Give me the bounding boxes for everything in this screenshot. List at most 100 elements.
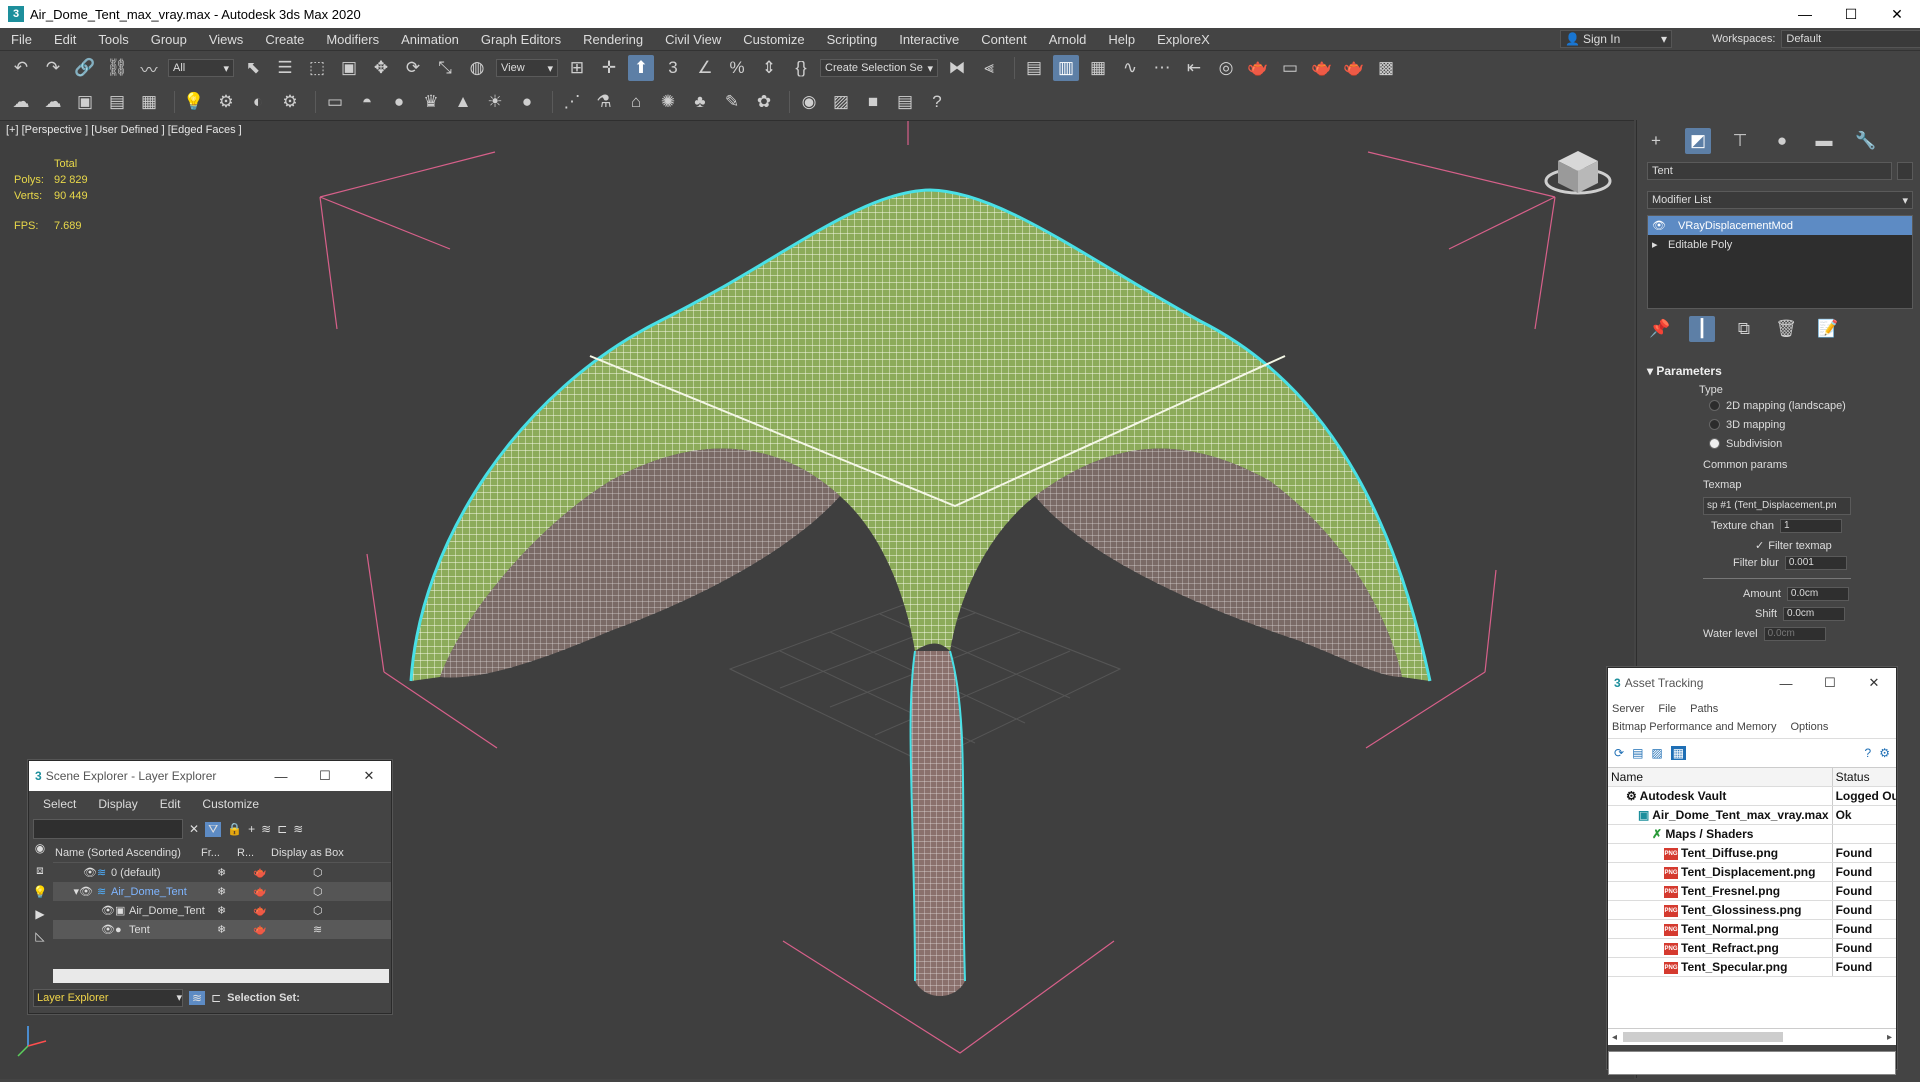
vray-material-preview-icon[interactable]: ◉ bbox=[796, 89, 822, 115]
pivot-center-icon[interactable]: ⊞ bbox=[564, 55, 590, 81]
maximize-button[interactable]: ☐ bbox=[1808, 675, 1852, 691]
scene-explorer-toggle-icon[interactable]: ▤ bbox=[1021, 55, 1047, 81]
vray-material-converter-icon[interactable]: ⚙ bbox=[213, 89, 239, 115]
se-menu-display[interactable]: Display bbox=[98, 797, 137, 811]
pin-stack-icon[interactable]: 📌 bbox=[1647, 316, 1673, 342]
list-view-icon[interactable]: ▤ bbox=[1632, 746, 1643, 760]
menu-civil-view[interactable]: Civil View bbox=[654, 32, 732, 47]
render-icon[interactable]: 🫖 bbox=[253, 923, 313, 936]
material-editor-icon[interactable]: ◎ bbox=[1213, 55, 1239, 81]
search-input[interactable] bbox=[33, 819, 183, 839]
eye-icon[interactable]: 👁 bbox=[53, 923, 115, 936]
modifier-list-dropdown[interactable]: Modifier List ▾ bbox=[1647, 191, 1913, 209]
scale-icon[interactable]: ⤡ bbox=[432, 55, 458, 81]
reference-coordinate-dropdown[interactable]: View ▾ bbox=[496, 59, 558, 77]
box-icon[interactable]: ⬡ bbox=[313, 866, 323, 879]
motion-tab-icon[interactable]: ● bbox=[1769, 128, 1795, 154]
close-button[interactable]: ✕ bbox=[1874, 0, 1920, 28]
asset-row[interactable]: PNG Tent_Refract.png Found bbox=[1608, 938, 1896, 958]
se-menu-customize[interactable]: Customize bbox=[202, 797, 259, 811]
asset-row[interactable]: PNG Tent_Displacement.png Found bbox=[1608, 862, 1896, 882]
dope-sheet-icon[interactable]: ⇤ bbox=[1181, 55, 1207, 81]
box-icon[interactable]: ⬡ bbox=[313, 904, 323, 917]
layer-explorer-icon[interactable]: ▥ bbox=[1053, 55, 1079, 81]
display-cameras-icon[interactable]: ▶ bbox=[29, 907, 51, 929]
ribbon-toggle-icon[interactable]: ▦ bbox=[1085, 55, 1111, 81]
asset-row[interactable]: PNG Tent_Diffuse.png Found bbox=[1608, 843, 1896, 863]
menu-graph-editors[interactable]: Graph Editors bbox=[470, 32, 572, 47]
align-icon[interactable]: ⫷ bbox=[976, 55, 1002, 81]
menu-file[interactable]: File bbox=[0, 32, 43, 47]
curve-editor-icon[interactable]: ∿ bbox=[1117, 55, 1143, 81]
snaps-toggle-icon[interactable]: 3 bbox=[660, 55, 686, 81]
menu-interactive[interactable]: Interactive bbox=[888, 32, 970, 47]
column-render[interactable]: R... bbox=[237, 847, 271, 859]
render-activeshade-icon[interactable]: ▩ bbox=[1373, 55, 1399, 81]
vray-infinite-plane-icon[interactable]: ✺ bbox=[655, 89, 681, 115]
menu-tools[interactable]: Tools bbox=[87, 32, 139, 47]
tree-row[interactable]: 👁 ≋ 0 (default) ❄ 🫖 ⬡ bbox=[53, 863, 391, 882]
named-selection-dropdown[interactable]: Create Selection Se ▾ bbox=[820, 59, 938, 77]
hierarchy-mode-icon[interactable]: ⊏ bbox=[211, 991, 221, 1005]
at-menu-options[interactable]: Options bbox=[1790, 721, 1828, 733]
create-tab-icon[interactable]: + bbox=[1643, 128, 1669, 154]
asset-row[interactable]: PNG Tent_Specular.png Found bbox=[1608, 957, 1896, 977]
stack-item-editable-poly[interactable]: ▸ Editable Poly bbox=[1648, 235, 1912, 254]
vray-sphere-icon[interactable]: ◐ bbox=[245, 89, 271, 115]
vray-proxy-icon[interactable]: ⚙ bbox=[277, 89, 303, 115]
maximize-button[interactable]: ☐ bbox=[303, 768, 347, 784]
vray-help-icon[interactable]: ? bbox=[924, 89, 950, 115]
workspaces-dropdown[interactable]: Default▾ bbox=[1781, 30, 1920, 48]
vray-environment-fog-icon[interactable]: ♣ bbox=[687, 89, 713, 115]
render-iterative-icon[interactable]: 🫖 bbox=[1341, 55, 1367, 81]
minimize-button[interactable]: — bbox=[259, 769, 303, 784]
type-radio-2d-mapping[interactable]: 2D mapping (landscape) bbox=[1709, 396, 1913, 415]
menu-help[interactable]: Help bbox=[1097, 32, 1146, 47]
object-color-swatch[interactable] bbox=[1897, 162, 1913, 180]
bind-space-warp-icon[interactable]: 〰 bbox=[136, 55, 162, 81]
viewcube[interactable] bbox=[1544, 151, 1612, 195]
menu-customize[interactable]: Customize bbox=[732, 32, 815, 47]
box-icon[interactable]: ≋ bbox=[313, 923, 322, 936]
minimize-button[interactable]: — bbox=[1764, 676, 1808, 691]
column-name[interactable]: Name (Sorted Ascending) bbox=[53, 847, 201, 859]
add-layer-icon[interactable]: + bbox=[248, 822, 255, 836]
layers-icon[interactable]: ≋ bbox=[261, 822, 271, 836]
scrollbar-thumb[interactable] bbox=[1623, 1032, 1784, 1042]
edit-named-selection-icon[interactable]: {} bbox=[788, 55, 814, 81]
scroll-left-icon[interactable]: ◂ bbox=[1608, 1032, 1617, 1043]
at-menu-bitmap-performance[interactable]: Bitmap Performance and Memory bbox=[1612, 721, 1776, 733]
amount-spinner[interactable]: 0.0cm bbox=[1786, 587, 1849, 601]
asset-tracking-titlebar[interactable]: 3 Asset Tracking — ☐ ✕ bbox=[1608, 668, 1896, 698]
render-icon[interactable]: 🫖 bbox=[253, 866, 313, 879]
freeze-icon[interactable]: ❄ bbox=[217, 866, 253, 879]
box-icon[interactable]: ⬡ bbox=[313, 885, 323, 898]
layers-mode-icon[interactable]: ≋ bbox=[189, 991, 206, 1005]
unlink-icon[interactable]: ⛓ bbox=[104, 55, 130, 81]
vray-physical-camera-icon[interactable]: ⌂ bbox=[623, 89, 649, 115]
vray-ies-light-icon[interactable]: ▲ bbox=[450, 89, 476, 115]
menu-arnold[interactable]: Arnold bbox=[1038, 32, 1098, 47]
keyboard-shortcut-override-icon[interactable]: ⬆ bbox=[628, 55, 654, 81]
lock-icon[interactable]: 🔒 bbox=[227, 822, 242, 836]
display-tab-icon[interactable]: ▬ bbox=[1811, 128, 1837, 154]
scroll-right-icon[interactable]: ▸ bbox=[1887, 1032, 1896, 1043]
menu-edit[interactable]: Edit bbox=[43, 32, 87, 47]
clear-search-icon[interactable]: ✕ bbox=[189, 822, 199, 836]
utilities-tab-icon[interactable]: 🔧 bbox=[1853, 128, 1879, 154]
display-objects-icon[interactable]: ⧈ bbox=[29, 863, 51, 885]
vray-vision-icon[interactable]: ■ bbox=[860, 89, 886, 115]
menu-modifiers[interactable]: Modifiers bbox=[315, 32, 390, 47]
vray-lister-icon[interactable]: ▤ bbox=[104, 89, 130, 115]
vray-teapot-icon[interactable]: ☁ bbox=[8, 89, 34, 115]
mirror-icon[interactable]: ⧓ bbox=[944, 55, 970, 81]
thumbnail-view-icon[interactable]: ▨ bbox=[1651, 746, 1662, 760]
menu-create[interactable]: Create bbox=[254, 32, 315, 47]
vray-volume-grid-icon[interactable]: ✿ bbox=[751, 89, 777, 115]
vray-scene-converter-icon[interactable]: ▨ bbox=[828, 89, 854, 115]
percent-snap-icon[interactable]: % bbox=[724, 55, 750, 81]
hierarchy-tab-icon[interactable]: ⊤ bbox=[1727, 128, 1753, 154]
angle-snap-icon[interactable]: ∠ bbox=[692, 55, 718, 81]
se-menu-select[interactable]: Select bbox=[43, 797, 76, 811]
asset-row[interactable]: ⚙ Autodesk Vault Logged Ou bbox=[1608, 786, 1896, 806]
